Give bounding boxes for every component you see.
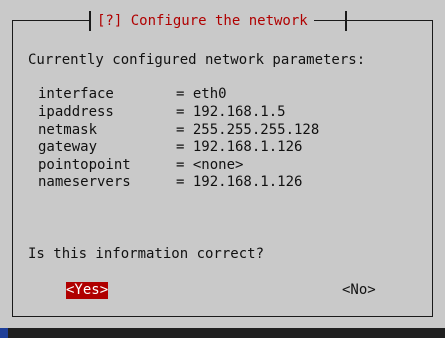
- param-value: = <none>: [176, 157, 244, 173]
- param-value: = 192.168.1.126: [176, 139, 303, 155]
- title-bracket-right: [345, 11, 347, 31]
- confirm-question: Is this information correct?: [28, 246, 265, 262]
- param-row-interface: interface = eth0: [38, 86, 227, 102]
- terminal-screen: [?] Configure the network Currently conf…: [0, 0, 445, 338]
- param-name: nameservers: [38, 174, 131, 190]
- intro-text: Currently configured network parameters:: [28, 52, 366, 68]
- param-row-pointopoint: pointopoint = <none>: [38, 157, 243, 173]
- param-name: pointopoint: [38, 157, 131, 173]
- yes-button[interactable]: <Yes>: [66, 282, 109, 299]
- dialog-title: [?] Configure the network: [91, 11, 314, 31]
- param-value: = eth0: [176, 86, 227, 102]
- param-row-gateway: gateway = 192.168.1.126: [38, 139, 302, 155]
- param-name: ipaddress: [38, 104, 114, 120]
- param-row-netmask: netmask = 255.255.255.128: [38, 122, 319, 138]
- dialog-shadow: [8, 328, 445, 338]
- no-button[interactable]: <No>: [342, 282, 376, 299]
- param-value: = 255.255.255.128: [176, 122, 320, 138]
- param-value: = 192.168.1.5: [176, 104, 286, 120]
- param-row-ipaddress: ipaddress = 192.168.1.5: [38, 104, 286, 120]
- param-name: gateway: [38, 139, 98, 155]
- param-name: interface: [38, 86, 114, 102]
- param-value: = 192.168.1.126: [176, 174, 303, 190]
- network-config-dialog: [?] Configure the network Currently conf…: [0, 0, 445, 328]
- param-row-nameservers: nameservers = 192.168.1.126: [38, 174, 302, 190]
- param-name: netmask: [38, 122, 98, 138]
